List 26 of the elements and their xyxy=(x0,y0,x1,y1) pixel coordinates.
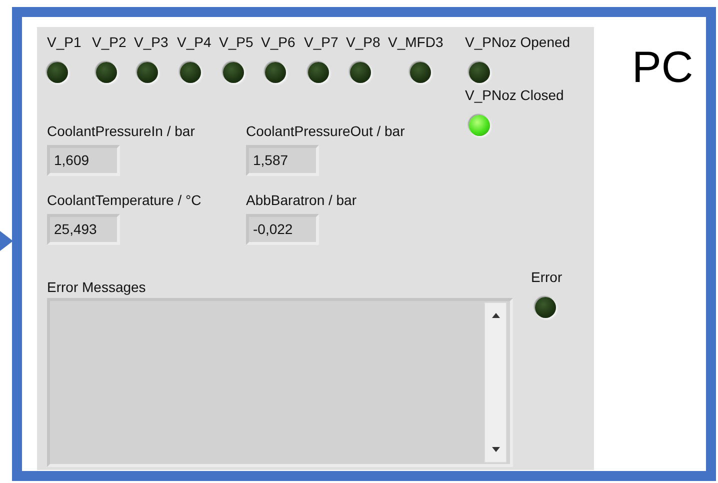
numeric-label: AbbBaratron / bar xyxy=(246,193,357,207)
led-label: V_P2 xyxy=(92,35,126,49)
led-label: V_P6 xyxy=(261,35,296,49)
scroll-up-icon[interactable] xyxy=(492,313,500,318)
numeric-label: CoolantTemperature / °C xyxy=(47,193,202,207)
led-label: V_P7 xyxy=(304,35,338,49)
slide-label: PC xyxy=(632,46,694,90)
numeric-indicator: 25,493 xyxy=(47,214,120,245)
numeric-label: CoolantPressureOut / bar xyxy=(246,124,405,138)
numeric-indicator: 1,587 xyxy=(246,145,319,176)
led-label: V_MFD3 xyxy=(388,35,444,49)
numeric-indicator: 1,609 xyxy=(47,145,120,176)
led-label: V_P5 xyxy=(219,35,254,49)
arrow-head-icon xyxy=(0,231,13,251)
led-label: V_P3 xyxy=(134,35,168,49)
led-label: V_PNoz Closed xyxy=(465,88,564,102)
led-label: V_PNoz Opened xyxy=(465,35,570,49)
led-label: V_P4 xyxy=(177,35,212,49)
led-label: V_P1 xyxy=(47,35,82,49)
numeric-indicator: -0,022 xyxy=(246,214,319,245)
scroll-down-icon[interactable] xyxy=(492,447,500,452)
led-label: Error xyxy=(531,270,562,284)
error-messages-label: Error Messages xyxy=(47,280,146,294)
scrollbar[interactable] xyxy=(484,302,507,463)
numeric-label: CoolantPressureIn / bar xyxy=(47,124,195,138)
led-label: V_P8 xyxy=(346,35,380,49)
